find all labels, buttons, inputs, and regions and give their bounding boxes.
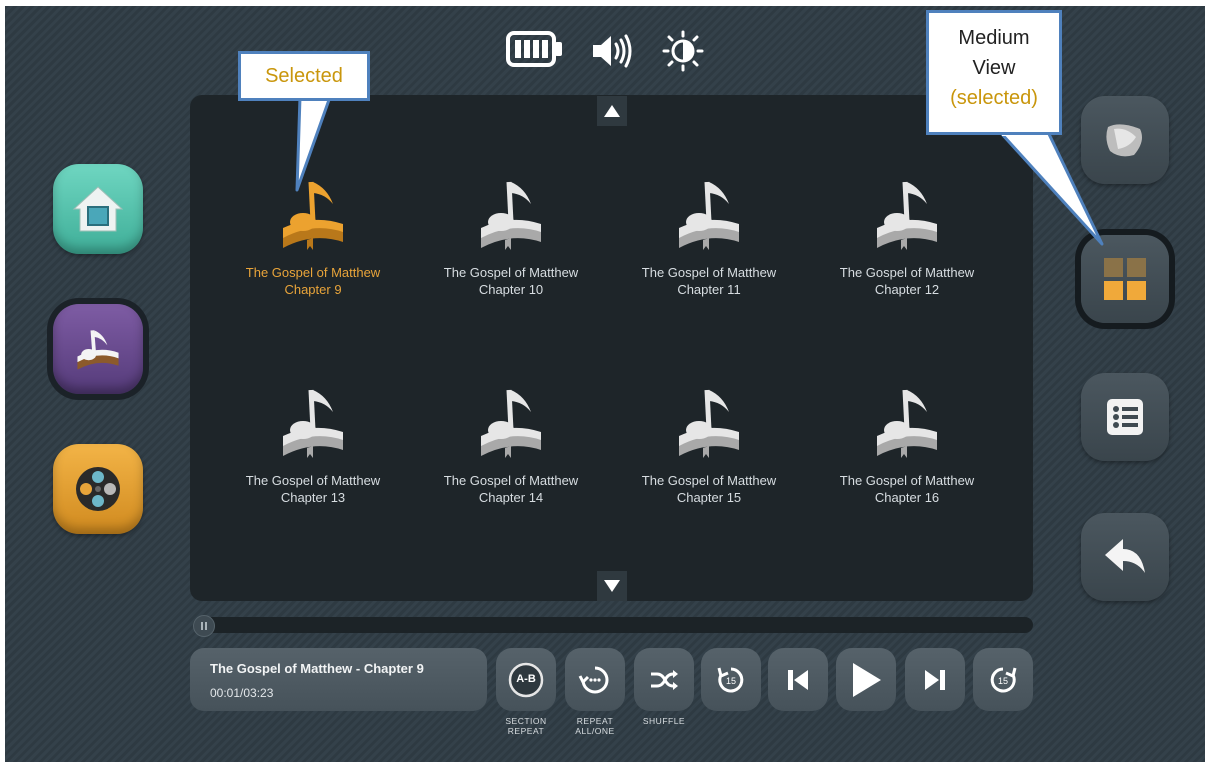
chapter-tile-chapter: Chapter 10 <box>478 282 544 297</box>
medium-view-callout: Medium View (selected) <box>926 10 1062 135</box>
chapter-tile-chapter: Chapter 14 <box>478 490 544 505</box>
chapter-tile-label: The Gospel of Matthew Chapter 12 <box>812 264 1002 298</box>
selected-callout: Selected <box>238 51 370 101</box>
list-view-button[interactable] <box>1081 373 1169 461</box>
repeat-label: REPEAT ALL/ONE <box>575 716 615 736</box>
chapter-tile-title: The Gospel of Matthew <box>245 473 381 488</box>
shuffle-label: SHUFFLE <box>642 716 686 726</box>
home-icon <box>72 186 124 232</box>
now-playing-panel: The Gospel of Matthew - Chapter 9 00:01/… <box>190 648 487 711</box>
progress-track[interactable] <box>193 617 1033 633</box>
play-button[interactable] <box>836 648 896 711</box>
chapter-book-icon <box>481 389 541 458</box>
film-reel-icon <box>76 467 120 511</box>
chapter-tile[interactable]: The Gospel of Matthew Chapter 12 <box>812 178 1002 298</box>
chapter-book-icon <box>877 389 937 458</box>
shuffle-icon <box>651 669 678 690</box>
chapter-tile-title: The Gospel of Matthew <box>443 473 579 488</box>
forward-15-label: 15 <box>997 676 1008 686</box>
scroll-down-button[interactable] <box>597 571 627 601</box>
chapter-tile-title: The Gospel of Matthew <box>245 265 381 280</box>
back-button[interactable] <box>1081 513 1169 601</box>
chapter-book-icon <box>481 181 541 250</box>
previous-track-button[interactable] <box>768 648 828 711</box>
chapter-tile[interactable]: The Gospel of Matthew Chapter 16 <box>812 386 1002 506</box>
progress-handle[interactable] <box>193 615 215 637</box>
chapter-book-icon <box>283 389 343 458</box>
chapter-tile-label: The Gospel of Matthew Chapter 10 <box>416 264 606 298</box>
chapter-tile-label: The Gospel of Matthew Chapter 11 <box>614 264 804 298</box>
music-app-button[interactable] <box>53 304 143 394</box>
back-arrow-icon <box>1105 539 1145 573</box>
chapter-tile-chapter: Chapter 12 <box>874 282 940 297</box>
chapter-tile-title: The Gospel of Matthew <box>641 473 777 488</box>
brightness-icon[interactable] <box>662 30 704 77</box>
music-book-icon <box>77 330 119 370</box>
video-app-button[interactable] <box>53 444 143 534</box>
chapter-tile-label: The Gospel of Matthew Chapter 14 <box>416 472 606 506</box>
shuffle-button[interactable] <box>634 648 694 711</box>
chapter-book-icon <box>679 181 739 250</box>
now-playing-title: The Gospel of Matthew - Chapter 9 <box>210 661 424 676</box>
chapter-tile-title: The Gospel of Matthew <box>839 265 975 280</box>
next-track-button[interactable] <box>905 648 965 711</box>
chapter-tile[interactable]: The Gospel of Matthew Chapter 10 <box>416 178 606 298</box>
chapter-tile-chapter: Chapter 11 <box>677 282 741 297</box>
chapter-tile[interactable]: The Gospel of Matthew Chapter 13 <box>218 386 408 506</box>
selected-callout-text: Selected <box>265 65 343 87</box>
play-icon <box>853 662 881 697</box>
scroll-up-button[interactable] <box>597 96 627 126</box>
chapter-tile-label: The Gospel of Matthew Chapter 15 <box>614 472 804 506</box>
now-playing-time: 00:01/03:23 <box>210 686 274 700</box>
chapter-tile[interactable]: The Gospel of Matthew Chapter 11 <box>614 178 804 298</box>
battery-icon <box>506 30 564 73</box>
chapter-tile-chapter: Chapter 16 <box>874 490 940 505</box>
chapter-tile-title: The Gospel of Matthew <box>641 265 777 280</box>
grid-view-icon <box>1104 258 1146 300</box>
chapter-tile-chapter: Chapter 13 <box>280 490 346 505</box>
next-icon <box>925 669 945 690</box>
section-repeat-button[interactable]: A-B <box>496 648 556 711</box>
chapter-book-icon <box>877 181 937 250</box>
selected-callout-pointer <box>295 95 332 192</box>
chapter-tile-title: The Gospel of Matthew <box>443 265 579 280</box>
previous-icon <box>788 669 808 690</box>
arrow-up-icon <box>604 105 620 117</box>
chapter-tile-title: The Gospel of Matthew <box>839 473 975 488</box>
chapter-tile-chapter: Chapter 15 <box>676 490 742 505</box>
medium-view-callout-pointer <box>998 130 1104 246</box>
chapter-book-icon <box>679 389 739 458</box>
chapter-tile-label: The Gospel of Matthew Chapter 9 <box>218 264 408 298</box>
repeat-button[interactable] <box>565 648 625 711</box>
chapter-tile[interactable]: The Gospel of Matthew Chapter 15 <box>614 386 804 506</box>
volume-icon[interactable] <box>590 32 632 75</box>
medium-view-callout-line3: (selected) <box>950 87 1038 109</box>
medium-view-callout-line1: Medium <box>958 27 1030 49</box>
rewind-15-button[interactable]: 15 <box>701 648 761 711</box>
ab-repeat-text: A-B <box>516 673 536 685</box>
repeat-icon <box>578 666 609 693</box>
section-repeat-label: SECTION REPEAT <box>505 716 547 736</box>
chapter-tile-label: The Gospel of Matthew Chapter 13 <box>218 472 408 506</box>
medium-view-callout-line2: View <box>972 57 1016 79</box>
forward-15-button[interactable]: 15 <box>973 648 1033 711</box>
chapter-tile-chapter: Chapter 9 <box>284 282 342 297</box>
list-icon <box>1107 399 1143 435</box>
home-app-button[interactable] <box>53 164 143 254</box>
chapter-tile-label: The Gospel of Matthew Chapter 16 <box>812 472 1002 506</box>
chapter-tile[interactable]: The Gospel of Matthew Chapter 9 <box>218 178 408 298</box>
rewind-15-label: 15 <box>725 676 736 686</box>
pause-mark-icon <box>201 622 207 630</box>
chapter-tile[interactable]: The Gospel of Matthew Chapter 14 <box>416 386 606 506</box>
arrow-down-icon <box>604 580 620 592</box>
